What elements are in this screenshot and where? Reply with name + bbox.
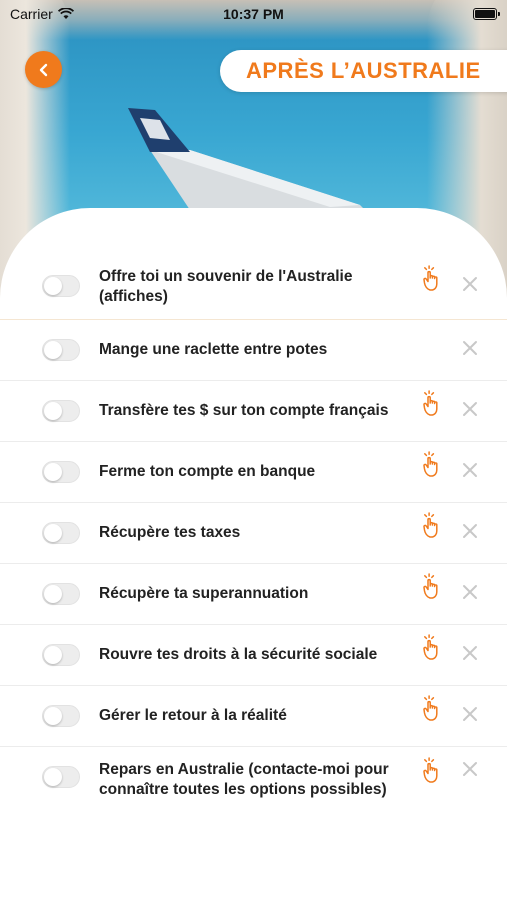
tap-hand-icon[interactable]: [421, 695, 445, 721]
chevron-left-icon: [39, 63, 47, 76]
task-toggle[interactable]: [42, 522, 80, 544]
status-bar: Carrier 10:37 PM: [0, 0, 507, 28]
page-title: APRÈS L’AUSTRALIE: [246, 58, 481, 83]
task-label: Repars en Australie (contacte-moi pour c…: [99, 761, 389, 798]
delete-task-icon[interactable]: [460, 704, 480, 724]
task-row: Mange une raclette entre potes: [0, 320, 507, 381]
task-label: Ferme ton compte en banque: [99, 463, 316, 480]
task-row: Ferme ton compte en banque: [0, 442, 507, 503]
toggle-knob: [44, 277, 62, 295]
battery-icon: [473, 8, 500, 20]
task-label: Offre toi un souvenir de l'Australie (af…: [99, 268, 353, 305]
delete-task-icon[interactable]: [460, 521, 480, 541]
task-label: Mange une raclette entre potes: [99, 341, 328, 358]
tap-hand-icon[interactable]: [421, 757, 445, 783]
tap-hand-icon[interactable]: [421, 265, 445, 291]
task-label: Transfère tes $ sur ton compte français: [99, 402, 389, 419]
task-toggle[interactable]: [42, 583, 80, 605]
delete-task-icon[interactable]: [460, 399, 480, 419]
task-row: Gérer le retour à la réalité: [0, 686, 507, 747]
back-button[interactable]: [25, 51, 62, 88]
tap-hand-icon[interactable]: [421, 512, 445, 538]
carrier-label: Carrier: [10, 6, 53, 22]
task-label: Gérer le retour à la réalité: [99, 707, 287, 724]
task-row: Repars en Australie (contacte-moi pour c…: [0, 747, 507, 837]
task-row: Récupère ta superannuation: [0, 564, 507, 625]
task-row: Récupère tes taxes: [0, 503, 507, 564]
toggle-knob: [44, 768, 62, 786]
tap-hand-icon[interactable]: [421, 451, 445, 477]
toggle-knob: [44, 646, 62, 664]
wifi-icon: [57, 8, 74, 19]
status-time: 10:37 PM: [223, 6, 284, 22]
task-row: Transfère tes $ sur ton compte français: [0, 381, 507, 442]
task-label: Récupère ta superannuation: [99, 585, 309, 602]
toggle-knob: [44, 402, 62, 420]
tap-hand-icon[interactable]: [421, 634, 445, 660]
delete-task-icon[interactable]: [460, 582, 480, 602]
task-label: Rouvre tes droits à la sécurité sociale: [99, 646, 378, 663]
task-toggle[interactable]: [42, 705, 80, 727]
task-row: Rouvre tes droits à la sécurité sociale: [0, 625, 507, 686]
task-toggle[interactable]: [42, 339, 80, 361]
tap-hand-icon[interactable]: [421, 390, 445, 416]
delete-task-icon[interactable]: [460, 460, 480, 480]
task-list: Offre toi un souvenir de l'Australie (af…: [0, 254, 507, 837]
delete-task-icon[interactable]: [460, 759, 480, 779]
task-toggle[interactable]: [42, 400, 80, 422]
page-title-pill: APRÈS L’AUSTRALIE: [220, 50, 507, 92]
delete-task-icon[interactable]: [460, 643, 480, 663]
task-toggle[interactable]: [42, 644, 80, 666]
tap-hand-icon[interactable]: [421, 573, 445, 599]
task-label: Récupère tes taxes: [99, 524, 241, 541]
toggle-knob: [44, 585, 62, 603]
task-toggle[interactable]: [42, 766, 80, 788]
toggle-knob: [44, 463, 62, 481]
toggle-knob: [44, 341, 62, 359]
task-row: Offre toi un souvenir de l'Australie (af…: [0, 254, 507, 320]
task-toggle[interactable]: [42, 275, 80, 297]
task-toggle[interactable]: [42, 461, 80, 483]
delete-task-icon[interactable]: [460, 274, 480, 294]
toggle-knob: [44, 524, 62, 542]
toggle-knob: [44, 707, 62, 725]
delete-task-icon[interactable]: [460, 338, 480, 358]
